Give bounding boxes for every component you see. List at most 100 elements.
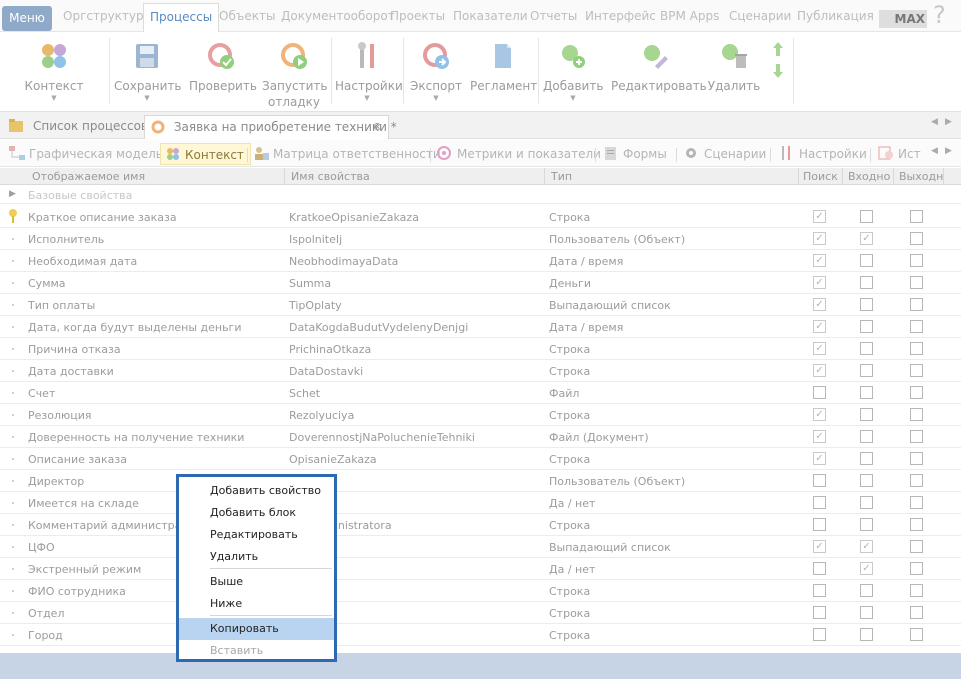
save-button[interactable]: Сохранить ▼ bbox=[114, 40, 182, 102]
output-checkbox[interactable] bbox=[910, 474, 923, 487]
output-checkbox[interactable] bbox=[910, 540, 923, 553]
export-button[interactable]: Экспорт ▼ bbox=[408, 40, 464, 102]
output-checkbox[interactable] bbox=[910, 342, 923, 355]
settings-tab-button[interactable]: Настройки bbox=[779, 146, 867, 161]
help-icon[interactable]: ? bbox=[933, 1, 946, 29]
search-checkbox[interactable]: ✓ bbox=[813, 430, 826, 443]
tab-bpm-apps[interactable]: BPM Apps bbox=[660, 9, 719, 23]
menu-item-copy[interactable]: Копировать bbox=[179, 618, 334, 640]
menu-item-paste[interactable]: Вставить bbox=[179, 640, 334, 662]
graphic-model-button[interactable]: Графическая модель bbox=[9, 146, 163, 161]
check-button[interactable]: Проверить bbox=[189, 40, 257, 94]
input-checkbox[interactable] bbox=[860, 430, 873, 443]
input-checkbox[interactable] bbox=[860, 408, 873, 421]
input-checkbox[interactable]: ✓ bbox=[860, 232, 873, 245]
close-icon[interactable]: ⊗ bbox=[373, 116, 382, 138]
context-tab-button[interactable]: Контекст bbox=[160, 143, 251, 165]
input-checkbox[interactable] bbox=[860, 210, 873, 223]
table-row[interactable]: Имеется на складеlaSkladeДа / нет bbox=[0, 492, 961, 514]
menu-item-delete[interactable]: Удалить bbox=[179, 546, 334, 568]
table-row[interactable]: Город Строка bbox=[0, 624, 961, 646]
input-checkbox[interactable] bbox=[860, 518, 873, 531]
chevron-right-icon[interactable]: ▶ bbox=[945, 117, 952, 127]
responsibility-matrix-button[interactable]: Матрица ответственности bbox=[253, 146, 441, 161]
table-row[interactable]: Отдел Строка bbox=[0, 602, 961, 624]
tab-publication[interactable]: Публикация bbox=[797, 9, 874, 23]
search-checkbox[interactable] bbox=[813, 628, 826, 641]
output-checkbox[interactable] bbox=[910, 562, 923, 575]
table-row[interactable]: ФИО сотрудникаdnikaСтрока bbox=[0, 580, 961, 602]
settings-button[interactable]: Настройки ▼ bbox=[335, 40, 403, 102]
main-menu-button[interactable]: Меню bbox=[2, 6, 52, 31]
scenarios-button[interactable]: Сценарии bbox=[684, 146, 766, 161]
search-checkbox[interactable]: ✓ bbox=[813, 342, 826, 355]
output-checkbox[interactable] bbox=[910, 628, 923, 641]
tab-objects[interactable]: Объекты bbox=[219, 9, 275, 23]
metrics-button[interactable]: Метрики и показатели bbox=[437, 146, 601, 161]
table-row[interactable]: Необходимая дата NeobhodimayaData Дата / в… bbox=[0, 250, 961, 272]
table-row[interactable]: Резолюция Rezolyuciya Строка ✓ bbox=[0, 404, 961, 426]
table-row[interactable]: Доверенность на получение техники Doveren… bbox=[0, 426, 961, 448]
header-input[interactable]: Входно bbox=[848, 170, 893, 183]
tab-reports[interactable]: Отчеты bbox=[530, 9, 577, 23]
table-row[interactable]: Экстренный режимyRezhimДа / нет✓ bbox=[0, 558, 961, 580]
tab-document-flow[interactable]: Документооборот bbox=[281, 9, 395, 23]
input-checkbox[interactable] bbox=[860, 254, 873, 267]
output-checkbox[interactable] bbox=[910, 232, 923, 245]
input-checkbox[interactable] bbox=[860, 298, 873, 311]
search-checkbox[interactable] bbox=[813, 386, 826, 399]
search-checkbox[interactable]: ✓ bbox=[813, 540, 826, 553]
menu-item-up[interactable]: Выше bbox=[179, 571, 334, 593]
output-checkbox[interactable] bbox=[910, 386, 923, 399]
forms-button[interactable]: Формы bbox=[603, 146, 667, 161]
output-checkbox[interactable] bbox=[910, 430, 923, 443]
search-checkbox[interactable]: ✓ bbox=[813, 298, 826, 311]
table-row[interactable]: Сумма Summa Деньги ✓ bbox=[0, 272, 961, 294]
search-checkbox[interactable]: ✓ bbox=[813, 276, 826, 289]
table-row[interactable]: Причина отказа PrichinaOtkaza Строка ✓ bbox=[0, 338, 961, 360]
input-checkbox[interactable] bbox=[860, 320, 873, 333]
run-debug-button[interactable]: Запустить отладку bbox=[262, 40, 327, 110]
input-checkbox[interactable] bbox=[860, 386, 873, 399]
tab-projects[interactable]: Проекты bbox=[390, 9, 445, 23]
edit-button[interactable]: Редактировать bbox=[611, 40, 707, 94]
doc-tab-active[interactable]: Заявка на приобретение техники * ⊗ bbox=[144, 115, 397, 139]
search-checkbox[interactable]: ✓ bbox=[813, 210, 826, 223]
search-checkbox[interactable]: ✓ bbox=[813, 254, 826, 267]
input-checkbox[interactable] bbox=[860, 452, 873, 465]
table-row[interactable]: Комментарий администрат ariyAdministrator… bbox=[0, 514, 961, 536]
input-checkbox[interactable]: ✓ bbox=[860, 562, 873, 575]
header-type[interactable]: Тип bbox=[551, 170, 572, 183]
history-button[interactable]: Ист bbox=[878, 146, 921, 161]
menu-item-add-block[interactable]: Добавить блок bbox=[179, 502, 334, 524]
output-checkbox[interactable] bbox=[910, 584, 923, 597]
search-checkbox[interactable]: ✓ bbox=[813, 320, 826, 333]
table-row[interactable]: Счет Schet Файл bbox=[0, 382, 961, 404]
chevron-right-icon[interactable]: ▶ bbox=[9, 189, 16, 199]
output-checkbox[interactable] bbox=[910, 496, 923, 509]
header-search[interactable]: Поиск bbox=[803, 170, 841, 183]
add-button[interactable]: Добавить ▼ bbox=[543, 40, 603, 102]
context-button[interactable]: Контекст ▼ bbox=[24, 40, 84, 102]
chevron-left-icon[interactable]: ◀ bbox=[931, 146, 938, 156]
chevron-right-icon[interactable]: ▶ bbox=[945, 146, 952, 156]
output-checkbox[interactable] bbox=[910, 452, 923, 465]
table-row[interactable]: Описание заказа OpisanieZakaza Строка ✓ bbox=[0, 448, 961, 470]
output-checkbox[interactable] bbox=[910, 518, 923, 531]
table-row[interactable]: Дата, когда будут выделены деньги DataKog… bbox=[0, 316, 961, 338]
input-checkbox[interactable] bbox=[860, 496, 873, 509]
output-checkbox[interactable] bbox=[910, 276, 923, 289]
output-checkbox[interactable] bbox=[910, 254, 923, 267]
input-checkbox[interactable] bbox=[860, 474, 873, 487]
search-checkbox[interactable]: ✓ bbox=[813, 364, 826, 377]
search-checkbox[interactable]: ✓ bbox=[813, 232, 826, 245]
menu-item-down[interactable]: Ниже bbox=[179, 593, 334, 615]
output-checkbox[interactable] bbox=[910, 364, 923, 377]
search-checkbox[interactable] bbox=[813, 584, 826, 597]
search-checkbox[interactable] bbox=[813, 606, 826, 619]
output-checkbox[interactable] bbox=[910, 210, 923, 223]
search-checkbox[interactable] bbox=[813, 496, 826, 509]
tab-interface[interactable]: Интерфейс bbox=[585, 9, 656, 23]
input-checkbox[interactable]: ✓ bbox=[860, 540, 873, 553]
search-checkbox[interactable]: ✓ bbox=[813, 408, 826, 421]
